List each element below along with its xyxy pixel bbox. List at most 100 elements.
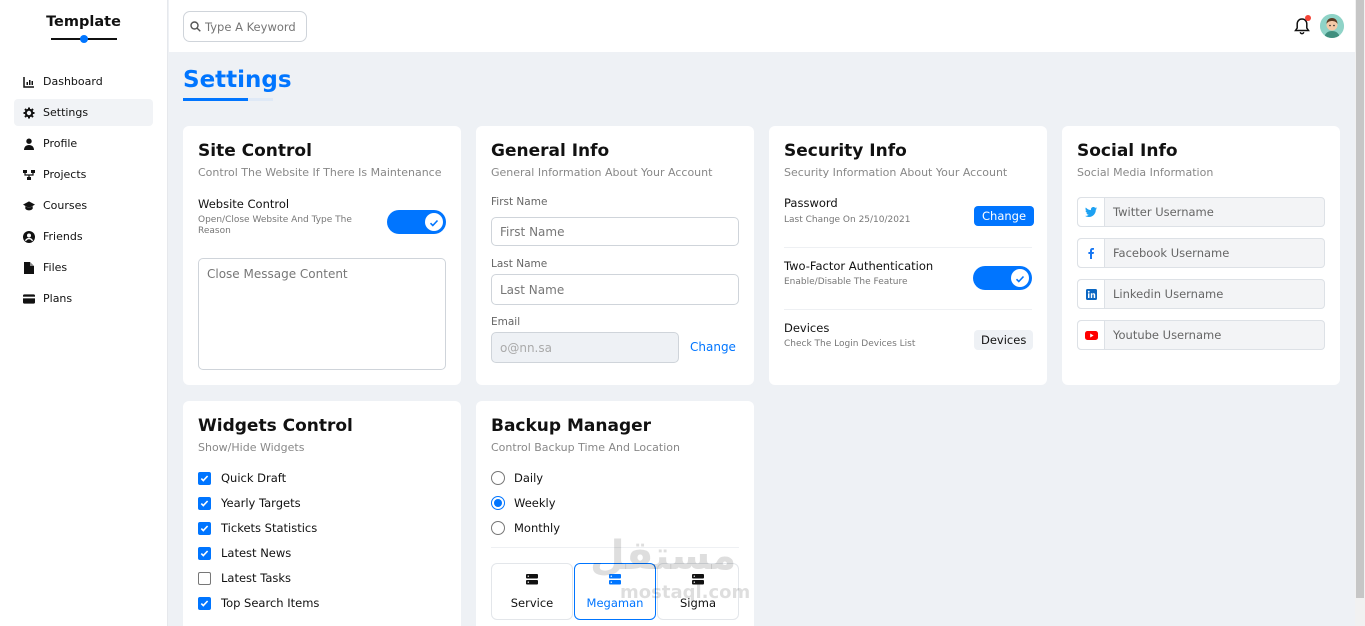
sidebar-item-files[interactable]: Files bbox=[14, 254, 153, 281]
divider bbox=[784, 309, 1032, 310]
toggle-knob bbox=[1011, 269, 1029, 287]
input-placeholder: Facebook Username bbox=[1113, 246, 1230, 260]
backup-radio-weekly[interactable]: Weekly bbox=[491, 496, 556, 510]
facebook-input[interactable]: Facebook Username bbox=[1077, 238, 1325, 268]
backup-radio-daily[interactable]: Daily bbox=[491, 471, 543, 485]
first-name-label: First Name bbox=[491, 196, 548, 208]
server-icon bbox=[526, 573, 538, 588]
last-name-label: Last Name bbox=[491, 258, 548, 270]
checkbox[interactable] bbox=[198, 471, 211, 485]
card-title: Backup Manager bbox=[491, 416, 652, 436]
radio-button[interactable] bbox=[491, 496, 505, 510]
sidebar-item-projects[interactable]: Projects bbox=[14, 161, 153, 188]
devices-label: Devices bbox=[784, 321, 830, 335]
radio-label: Monthly bbox=[514, 521, 561, 535]
devices-button[interactable]: Devices bbox=[974, 330, 1034, 350]
divider bbox=[491, 547, 739, 548]
radio-button[interactable] bbox=[491, 521, 505, 535]
checkbox[interactable] bbox=[198, 571, 211, 585]
sidebar-item-plans[interactable]: Plans bbox=[14, 285, 153, 312]
input-placeholder: Twitter Username bbox=[1113, 205, 1214, 219]
server-label: Megaman bbox=[586, 595, 644, 610]
checkbox-label: Latest News bbox=[221, 546, 292, 560]
card-subtitle: Control The Website If There Is Maintena… bbox=[198, 166, 442, 179]
card-title: Widgets Control bbox=[198, 416, 353, 436]
widget-checkbox-tickets-statistics[interactable]: Tickets Statistics bbox=[198, 521, 317, 535]
widget-checkbox-top-search-items[interactable]: Top Search Items bbox=[198, 596, 319, 610]
diagram-icon bbox=[23, 169, 35, 181]
sidebar-item-profile[interactable]: Profile bbox=[14, 130, 153, 157]
server-option-sigma[interactable]: Sigma bbox=[657, 563, 739, 620]
checkbox-label: Yearly Targets bbox=[221, 496, 301, 510]
checkbox[interactable] bbox=[198, 596, 211, 610]
first-name-input[interactable]: First Name bbox=[491, 217, 739, 246]
linkedin-icon bbox=[1078, 280, 1105, 308]
graduation-cap-icon bbox=[23, 200, 35, 212]
widget-checkbox-yearly-targets[interactable]: Yearly Targets bbox=[198, 496, 301, 510]
linkedin-input[interactable]: Linkedin Username bbox=[1077, 279, 1325, 309]
checkbox[interactable] bbox=[198, 521, 211, 535]
change-password-button[interactable]: Change bbox=[974, 206, 1035, 226]
search-box[interactable] bbox=[183, 11, 307, 42]
card-title: General Info bbox=[491, 141, 610, 161]
server-option-service[interactable]: Service bbox=[491, 563, 573, 620]
last-name-input[interactable]: Last Name bbox=[491, 274, 739, 305]
website-control-desc: Open/Close Website And Type The Reason bbox=[198, 215, 352, 236]
search-input[interactable] bbox=[205, 19, 295, 34]
input-placeholder: Linkedin Username bbox=[1113, 287, 1224, 301]
server-option-megaman[interactable]: Megaman bbox=[574, 563, 656, 620]
sidebar-item-label: Profile bbox=[43, 137, 78, 150]
change-email-link[interactable]: Change bbox=[690, 340, 736, 354]
textarea-placeholder: Close Message Content bbox=[207, 267, 348, 281]
server-label: Sigma bbox=[679, 595, 717, 610]
card-subtitle: Security Information About Your Account bbox=[784, 166, 1008, 179]
card-title: Security Info bbox=[784, 141, 907, 161]
scrollbar[interactable] bbox=[1355, 0, 1365, 626]
brand-underline bbox=[50, 35, 117, 43]
sidebar-item-friends[interactable]: Friends bbox=[14, 223, 153, 250]
backup-radio-monthly[interactable]: Monthly bbox=[491, 521, 560, 535]
website-control-toggle[interactable] bbox=[387, 210, 446, 234]
avatar[interactable] bbox=[1320, 14, 1344, 38]
card-subtitle: Social Media Information bbox=[1077, 166, 1214, 179]
sidebar-item-label: Settings bbox=[43, 106, 89, 119]
youtube-input[interactable]: Youtube Username bbox=[1077, 320, 1325, 350]
sidebar-item-label: Friends bbox=[43, 230, 83, 243]
search-icon bbox=[190, 17, 201, 36]
devices-desc: Check The Login Devices List bbox=[784, 339, 916, 349]
security-info-card: Security Info Security Information About… bbox=[769, 126, 1047, 385]
checkbox-label: Top Search Items bbox=[221, 596, 320, 610]
sidebar-item-settings[interactable]: Settings bbox=[14, 99, 153, 126]
radio-button[interactable] bbox=[491, 471, 505, 485]
two-factor-label: Two-Factor Authentication bbox=[784, 259, 934, 273]
server-icon bbox=[692, 573, 704, 588]
sidebar-item-courses[interactable]: Courses bbox=[14, 192, 153, 219]
close-message-textarea[interactable]: Close Message Content bbox=[198, 258, 446, 370]
two-factor-toggle[interactable] bbox=[973, 266, 1032, 290]
site-control-card: Site Control Control The Website If Ther… bbox=[183, 126, 461, 385]
widget-checkbox-latest-tasks[interactable]: Latest Tasks bbox=[198, 571, 291, 585]
card-title: Site Control bbox=[198, 141, 312, 161]
scrollbar-thumb[interactable] bbox=[1356, 0, 1364, 598]
user-icon bbox=[23, 138, 35, 150]
checkbox[interactable] bbox=[198, 546, 211, 560]
file-icon bbox=[23, 261, 35, 274]
topbar bbox=[169, 0, 1355, 52]
card-subtitle: General Information About Your Account bbox=[491, 166, 713, 179]
page-title: Settings bbox=[183, 67, 292, 93]
card-title: Social Info bbox=[1077, 141, 1178, 161]
check-icon bbox=[1015, 269, 1025, 288]
twitter-input[interactable]: Twitter Username bbox=[1077, 197, 1325, 227]
sidebar-item-dashboard[interactable]: Dashboard bbox=[14, 68, 153, 95]
input-placeholder: Last Name bbox=[500, 282, 565, 297]
server-label: Service bbox=[510, 595, 554, 610]
input-placeholder: Youtube Username bbox=[1113, 328, 1222, 342]
input-placeholder: First Name bbox=[500, 224, 565, 239]
chart-icon bbox=[23, 76, 35, 88]
widget-checkbox-latest-news[interactable]: Latest News bbox=[198, 546, 291, 560]
checkbox[interactable] bbox=[198, 496, 211, 510]
server-icon bbox=[609, 573, 621, 588]
toggle-knob bbox=[425, 213, 443, 231]
widget-checkbox-quick-draft[interactable]: Quick Draft bbox=[198, 471, 286, 485]
sidebar: Template Dashboard Settings Profile Proj… bbox=[0, 0, 168, 626]
